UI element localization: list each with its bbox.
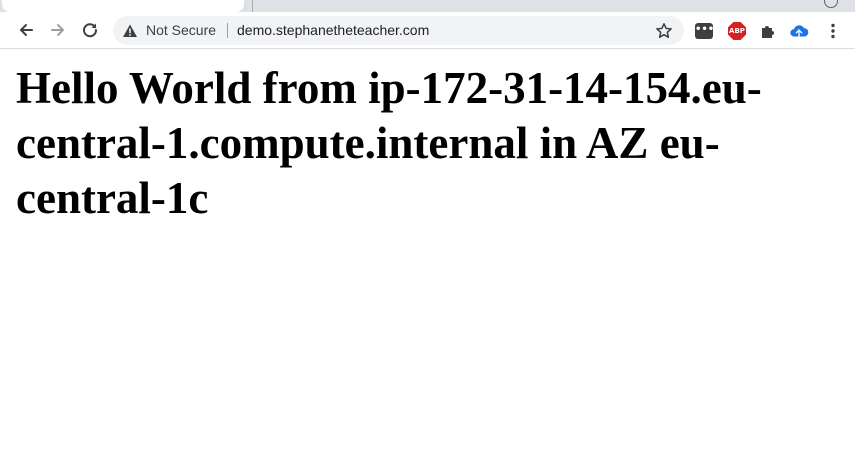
- extensions-button[interactable]: [758, 21, 778, 41]
- dots-extension-icon: •••: [695, 23, 714, 39]
- tab-active[interactable]: [2, 0, 244, 12]
- url-text[interactable]: demo.stephanetheteacher.com: [237, 22, 429, 39]
- tab-strip: [0, 0, 855, 12]
- back-button[interactable]: [14, 18, 38, 42]
- ibeam-cursor-icon: [101, 195, 106, 209]
- address-bar[interactable]: Not Secure demo.stephanetheteacher.com: [113, 16, 684, 45]
- cloud-extension-button[interactable]: [789, 21, 809, 41]
- tab-inactive[interactable]: [252, 0, 822, 12]
- omnibox-divider: [227, 23, 228, 38]
- back-arrow-icon: [20, 24, 33, 36]
- forward-arrow-icon: [51, 24, 64, 36]
- tab-close-icon[interactable]: [824, 0, 838, 8]
- star-icon[interactable]: [655, 22, 673, 40]
- reload-button[interactable]: [78, 18, 102, 42]
- puzzle-icon: [762, 26, 774, 38]
- page-content: Hello World from ip-172-31-14-154.eu-cen…: [0, 49, 855, 472]
- browser-toolbar: Not Secure demo.stephanetheteacher.com •…: [0, 12, 855, 49]
- cloud-icon: [790, 25, 809, 38]
- warning-triangle-icon[interactable]: [122, 23, 138, 39]
- page-heading: Hello World from ip-172-31-14-154.eu-cen…: [16, 63, 762, 223]
- browser-window: Not Secure demo.stephanetheteacher.com •…: [0, 0, 855, 472]
- abp-icon: ABP: [728, 22, 746, 40]
- extension-dots-button[interactable]: •••: [694, 21, 714, 41]
- browser-menu-button[interactable]: [823, 21, 843, 41]
- kebab-menu-icon: [831, 23, 835, 39]
- reload-icon: [83, 23, 98, 38]
- forward-button[interactable]: [46, 18, 70, 42]
- adblock-plus-button[interactable]: ABP: [727, 21, 747, 41]
- security-status-label[interactable]: Not Secure: [146, 22, 216, 39]
